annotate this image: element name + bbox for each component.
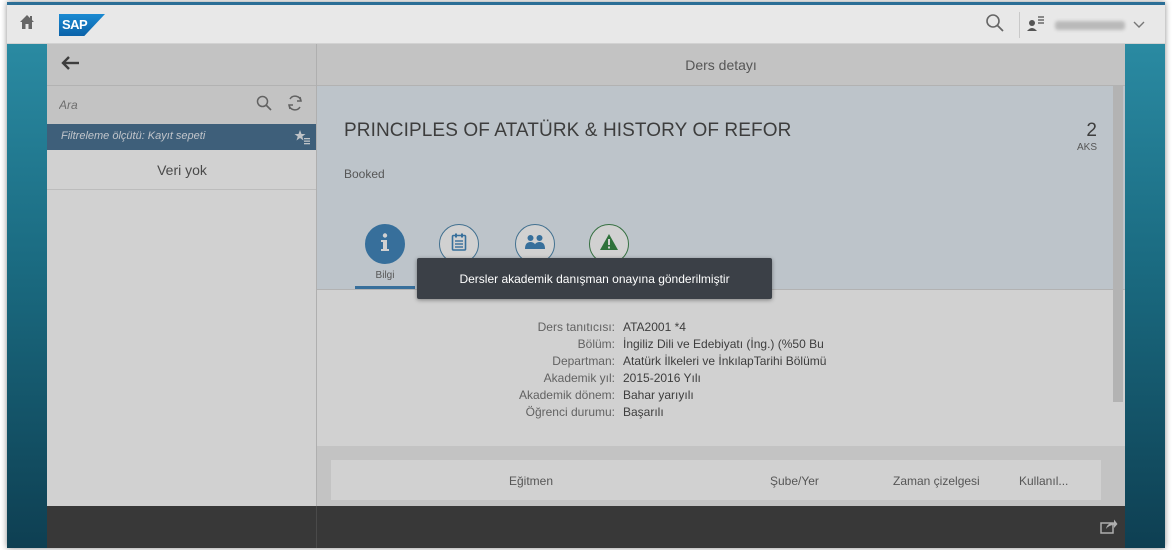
warning-icon [599,233,619,256]
column-header-section-location[interactable]: Şube/Yer [770,474,819,488]
search-button[interactable] [253,94,275,116]
tab-info[interactable]: Bilgi [353,222,417,290]
field-label: Öğrenci durumu: [525,405,615,419]
column-header-schedule[interactable]: Zaman çizelgesi [893,474,980,488]
schedule-table-area: Eğitmen Şube/Yer Zaman çizelgesi Kullanı… [317,446,1125,506]
filter-text: Filtreleme ölçütü: Kayıt sepeti [61,130,206,142]
field-value: ATA2001 *4 [623,320,686,334]
search-bar [47,86,317,124]
field-label: Ders tanıtıcısı: [537,320,615,334]
master-header [47,44,317,86]
field-value: Atatürk İlkeleri ve İnkılapTarihi Bölümü [623,354,827,368]
field-department: Departman: Atatürk İlkeleri ve İnkılapTa… [317,354,1125,370]
tab-info-circle [365,224,405,264]
arrow-left-icon [60,55,80,76]
field-value: 2015-2016 Yılı [623,371,701,385]
object-status: Booked [344,167,385,181]
column-header-instructor[interactable]: Eğitmen [509,474,553,488]
app-window: SAP Ara Filtreleme ölçütü: Kayıt sepeti … [7,2,1165,548]
sap-logo: SAP [59,14,105,36]
people-icon [524,234,546,255]
search-icon [985,13,1005,38]
field-value: Başarılı [623,405,664,419]
footer-toolbar [47,506,1125,548]
info-icon [377,232,393,257]
object-title: PRINCIPLES OF ATATÜRK & HISTORY OF REFOR [344,120,792,141]
field-academic-term: Akademik dönem: Bahar yarıyılı [317,388,1125,404]
shell-header: SAP [7,2,1165,44]
home-icon [19,14,35,35]
object-unit: AKS [1076,142,1097,153]
field-academic-year: Akademik yıl: 2015-2016 Yılı [317,371,1125,387]
back-button[interactable] [57,52,83,78]
share-button[interactable] [1099,518,1119,538]
table-header: Eğitmen Şube/Yer Zaman çizelgesi Kullanı… [331,460,1101,500]
field-label: Bölüm: [577,337,615,351]
search-icon [256,95,272,116]
refresh-icon [286,94,304,117]
filter-info-bar: Filtreleme ölçütü: Kayıt sepeti [47,124,317,150]
user-menu[interactable] [1027,11,1157,39]
field-course-id: Ders tanıtıcısı: ATA2001 *4 [317,320,1125,336]
chevron-down-icon [1133,16,1145,34]
tab-info-label: Bilgi [375,270,395,281]
field-label: Akademik yıl: [543,371,615,385]
home-button[interactable] [7,5,47,44]
shell-search-button[interactable] [981,11,1009,39]
search-input[interactable] [59,95,239,115]
field-student-status: Öğrenci durumu: Başarılı [317,405,1125,421]
field-label: Akademik dönem: [518,388,615,402]
refresh-button[interactable] [284,94,306,116]
toast-message: Dersler akademik danışman onayına gönder… [417,258,772,299]
master-panel: Filtreleme ölçütü: Kayıt sepeti Veri yok [47,44,317,506]
favorite-list-icon [293,128,311,146]
detail-scrollbar[interactable] [1113,86,1123,402]
shell-divider [1019,12,1020,38]
field-value: İngiliz Dili ve Edebiyatı (İng.) (%50 Bu [623,337,824,351]
notes-icon [451,233,467,256]
course-info-form: Ders tanıtıcısı: ATA2001 *4 Bölüm: İngil… [317,302,1125,452]
detail-header-title: Ders detayı [317,44,1125,86]
field-label: Departman: [552,354,615,368]
share-icon [1100,518,1118,539]
user-name-redacted [1055,20,1125,30]
field-department-section: Bölüm: İngiliz Dili ve Edebiyatı (İng.) … [317,337,1125,353]
user-icon [1027,14,1045,37]
field-value: Bahar yarıyılı [623,388,694,402]
footer-divider [316,506,317,548]
object-number: 2 [1086,120,1097,141]
column-header-used[interactable]: Kullanıl... [1019,474,1068,488]
no-data-text: Veri yok [47,150,317,190]
